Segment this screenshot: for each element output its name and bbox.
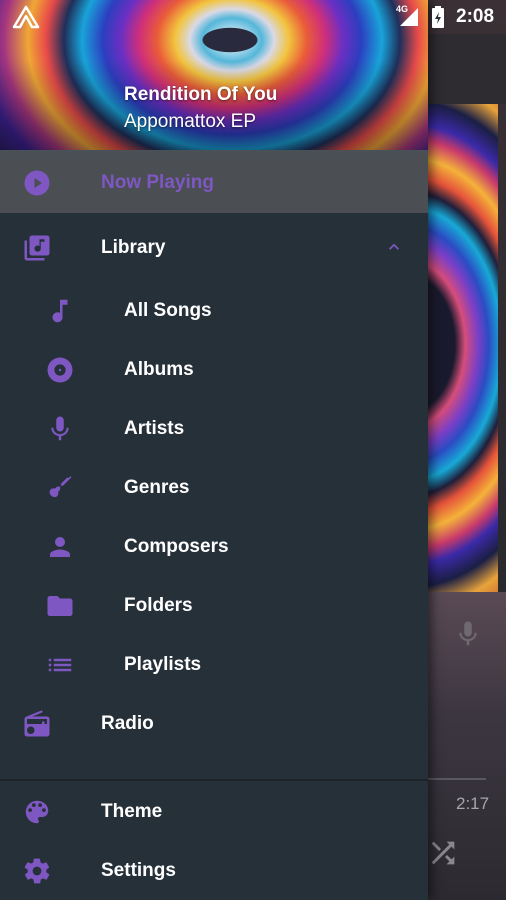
radio-icon xyxy=(24,709,50,736)
nav-item-albums[interactable]: Albums xyxy=(0,340,428,399)
nav-item-label: Library xyxy=(101,236,166,258)
nav-item-library[interactable]: Library xyxy=(0,218,428,277)
status-bar: 4G 2:08 xyxy=(0,0,506,34)
nav-item-label: Composers xyxy=(124,535,229,557)
nav-item-label: Playlists xyxy=(124,653,202,675)
now-playing-disc-icon xyxy=(24,170,50,196)
navigation-drawer: Rendition Of You Appomattox EP Now Playi… xyxy=(0,0,428,900)
nav-item-label: Folders xyxy=(124,594,193,616)
nav-item-genres[interactable]: Genres xyxy=(0,458,428,517)
microphone-icon xyxy=(51,416,69,440)
divider xyxy=(0,779,428,781)
nav-item-label: Genres xyxy=(124,476,190,498)
folder-icon xyxy=(47,595,73,616)
nav-item-theme[interactable]: Theme xyxy=(0,782,428,841)
app-logo-icon xyxy=(12,5,40,29)
nav-item-composers[interactable]: Composers xyxy=(0,517,428,576)
nav-item-label: Theme xyxy=(101,800,163,822)
nav-item-now-playing[interactable]: Now Playing xyxy=(0,153,428,213)
nav-item-playlists[interactable]: Playlists xyxy=(0,635,428,694)
nav-item-label: Radio xyxy=(101,712,154,734)
microphone-icon[interactable] xyxy=(453,616,483,652)
nav-item-label: Now Playing xyxy=(101,172,214,193)
battery-icon xyxy=(432,6,444,28)
nav-item-folders[interactable]: Folders xyxy=(0,576,428,635)
album-art xyxy=(428,104,498,592)
nav-item-settings[interactable]: Settings xyxy=(0,841,428,900)
nav-item-artists[interactable]: Artists xyxy=(0,399,428,458)
elapsed-time: 2:17 xyxy=(456,794,490,813)
playlist-icon xyxy=(48,658,72,671)
guitar-icon xyxy=(49,475,72,497)
signal-icon xyxy=(400,8,418,26)
shuffle-icon[interactable] xyxy=(426,836,460,870)
palette-icon xyxy=(25,800,49,823)
nav-item-all-songs[interactable]: All Songs xyxy=(0,281,428,340)
gear-icon xyxy=(24,858,50,883)
nav-item-label: Settings xyxy=(101,859,176,881)
now-playing-song-title: Rendition Of You xyxy=(124,84,278,105)
nav-item-label: All Songs xyxy=(124,299,212,321)
nav-item-label: Albums xyxy=(124,358,194,380)
album-disc-icon xyxy=(47,357,73,382)
person-icon xyxy=(50,536,70,557)
nav-item-label: Artists xyxy=(124,417,185,439)
now-playing-album: Appomattox EP xyxy=(124,111,257,132)
clock: 2:08 xyxy=(456,6,495,27)
music-note-icon xyxy=(52,299,68,322)
player-toolbar xyxy=(428,34,506,104)
library-music-icon xyxy=(24,235,50,260)
chevron-up-icon[interactable] xyxy=(384,237,404,257)
nav-item-radio[interactable]: Radio xyxy=(0,694,428,753)
seek-bar[interactable] xyxy=(428,778,486,780)
